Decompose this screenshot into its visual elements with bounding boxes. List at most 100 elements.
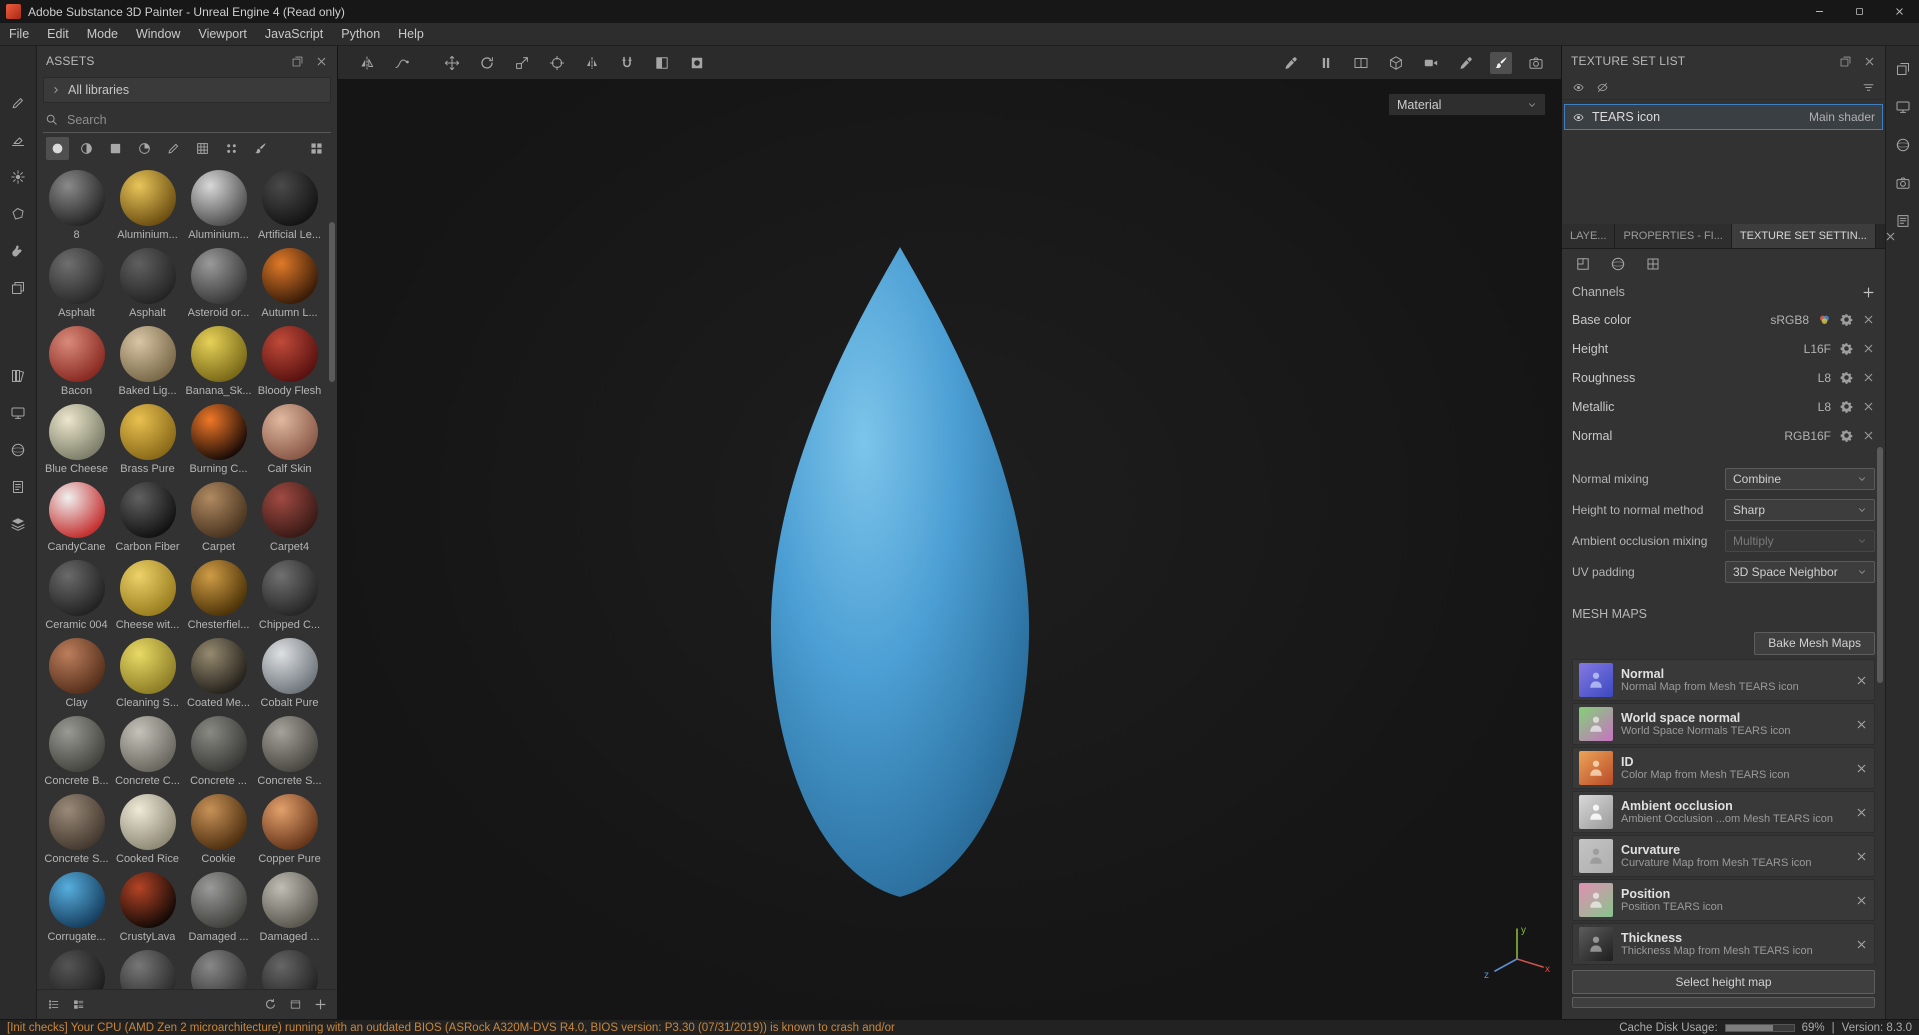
maximize-icon[interactable] [1839, 0, 1879, 23]
mesh-map-row[interactable]: Position Position TEARS icon [1572, 879, 1875, 921]
material-item[interactable]: Cooked Rice [112, 789, 183, 867]
channel-remove-icon[interactable] [1862, 313, 1875, 326]
lazy-mouse-icon[interactable] [391, 52, 413, 74]
mesh-map-row[interactable]: Ambient occlusion Ambient Occlusion ...o… [1572, 791, 1875, 833]
material-item[interactable]: CandyCane [41, 477, 112, 555]
camera-icon[interactable] [1525, 52, 1547, 74]
symmetry-icon[interactable] [356, 52, 378, 74]
viewport-canvas[interactable]: Material y x z [338, 80, 1561, 1019]
material-item[interactable]: Concrete S... [41, 789, 112, 867]
material-item[interactable] [41, 945, 112, 989]
channel-remove-icon[interactable] [1862, 400, 1875, 413]
magnet-icon[interactable] [616, 52, 638, 74]
mesh-map-row[interactable]: World space normal World Space Normals T… [1572, 703, 1875, 745]
menu-item[interactable]: Edit [38, 27, 78, 41]
pause-icon[interactable] [1315, 52, 1337, 74]
projection-icon[interactable] [7, 166, 29, 188]
sphere-icon[interactable] [7, 439, 29, 461]
brush-icon[interactable] [1490, 51, 1512, 74]
material-item[interactable]: Aluminium... [183, 165, 254, 243]
texture-set-shader-link[interactable]: Main shader [1809, 110, 1875, 124]
texture-set-row[interactable]: TEARS icon Main shader [1564, 104, 1883, 130]
monitor-icon[interactable] [7, 402, 29, 424]
library-dropdown[interactable]: All libraries [43, 77, 331, 103]
material-item[interactable]: Ceramic 004 [41, 555, 112, 633]
list-small-icon[interactable] [47, 998, 60, 1011]
sphere-icon[interactable] [1892, 134, 1914, 156]
cube-icon[interactable] [1385, 52, 1407, 74]
channel-settings-gear-icon[interactable] [1840, 429, 1853, 442]
material-item[interactable]: Clay [41, 633, 112, 711]
eye-icon[interactable] [1572, 81, 1585, 94]
plus-icon[interactable] [314, 998, 327, 1011]
menu-item[interactable]: File [0, 27, 38, 41]
channel-remove-icon[interactable] [1862, 371, 1875, 384]
minimize-icon[interactable] [1799, 0, 1839, 23]
channel-settings-gear-icon[interactable] [1840, 342, 1853, 355]
material-item[interactable]: Banana_Sk... [183, 321, 254, 399]
material-item[interactable]: Concrete B... [41, 711, 112, 789]
channel-format-select[interactable]: L8 [1818, 371, 1831, 385]
mesh-map-remove-icon[interactable] [1855, 674, 1868, 687]
search-input[interactable] [65, 111, 329, 128]
filter-menu-icon[interactable] [1862, 81, 1875, 94]
material-item[interactable] [183, 945, 254, 989]
parameter-dropdown[interactable]: Sharp [1725, 498, 1875, 521]
eye-off-icon[interactable] [1596, 81, 1609, 94]
material-item[interactable]: Asphalt [41, 243, 112, 321]
uv-grid-icon[interactable] [1642, 253, 1664, 275]
color-swatch-icon[interactable] [1818, 313, 1831, 326]
quick-mask-icon[interactable] [651, 52, 673, 74]
manipulator-icon[interactable] [546, 52, 568, 74]
shelf-icon[interactable] [7, 365, 29, 387]
material-item[interactable]: Concrete C... [112, 711, 183, 789]
material-item[interactable]: Baked Lig... [112, 321, 183, 399]
material-item[interactable]: Damaged ... [183, 867, 254, 945]
material-item[interactable]: Copper Pure [254, 789, 325, 867]
material-item[interactable]: Autumn L... [254, 243, 325, 321]
dock-icon[interactable] [291, 55, 304, 68]
monitor-icon[interactable] [1892, 96, 1914, 118]
split-view-icon[interactable] [1350, 52, 1372, 74]
smudge-icon[interactable] [7, 240, 29, 262]
grid-view-icon[interactable] [305, 137, 328, 160]
square-icon[interactable] [104, 137, 127, 160]
parameter-dropdown[interactable]: Combine [1725, 467, 1875, 490]
mesh-map-row[interactable]: Thickness Thickness Map from Mesh TEARS … [1572, 923, 1875, 965]
material-item[interactable]: Cobalt Pure [254, 633, 325, 711]
mesh-map-row[interactable]: Normal Normal Map from Mesh TEARS icon [1572, 659, 1875, 701]
half-circle-icon[interactable] [75, 137, 98, 160]
move-icon[interactable] [441, 52, 463, 74]
menu-item[interactable]: Viewport [189, 27, 255, 41]
mesh-map-row[interactable]: Curvature Curvature Map from Mesh TEARS … [1572, 835, 1875, 877]
mesh-map-remove-icon[interactable] [1855, 762, 1868, 775]
mesh-map-remove-icon[interactable] [1855, 850, 1868, 863]
channel-format-select[interactable]: sRGB8 [1770, 313, 1809, 327]
pencil-icon[interactable] [162, 137, 185, 160]
rotate-icon[interactable] [476, 52, 498, 74]
video-camera-icon[interactable] [1420, 52, 1442, 74]
circle-icon[interactable] [46, 136, 69, 160]
grid-icon[interactable] [191, 137, 214, 160]
channel-settings-gear-icon[interactable] [1840, 371, 1853, 384]
material-item[interactable]: Cookie [183, 789, 254, 867]
material-item[interactable]: Carpet4 [254, 477, 325, 555]
mirror-icon[interactable] [581, 52, 603, 74]
resolution-icon[interactable] [1572, 253, 1594, 275]
channel-remove-icon[interactable] [1862, 342, 1875, 355]
material-item[interactable]: Bloody Flesh [254, 321, 325, 399]
mesh-map-remove-icon[interactable] [1855, 938, 1868, 951]
channel-remove-icon[interactable] [1862, 429, 1875, 442]
material-item[interactable]: Burning C... [183, 399, 254, 477]
mesh-map-remove-icon[interactable] [1855, 894, 1868, 907]
select-height-map-button[interactable]: Select height map [1572, 970, 1875, 994]
material-item[interactable]: Damaged ... [254, 867, 325, 945]
stencil-icon[interactable] [686, 52, 708, 74]
channel-format-select[interactable]: RGB16F [1784, 429, 1831, 443]
material-item[interactable]: CrustyLava [112, 867, 183, 945]
material-item[interactable]: Corrugate... [41, 867, 112, 945]
scale-icon[interactable] [511, 52, 533, 74]
mesh-map-remove-icon[interactable] [1855, 806, 1868, 819]
material-item[interactable]: Bacon [41, 321, 112, 399]
mesh-map-remove-icon[interactable] [1855, 718, 1868, 731]
